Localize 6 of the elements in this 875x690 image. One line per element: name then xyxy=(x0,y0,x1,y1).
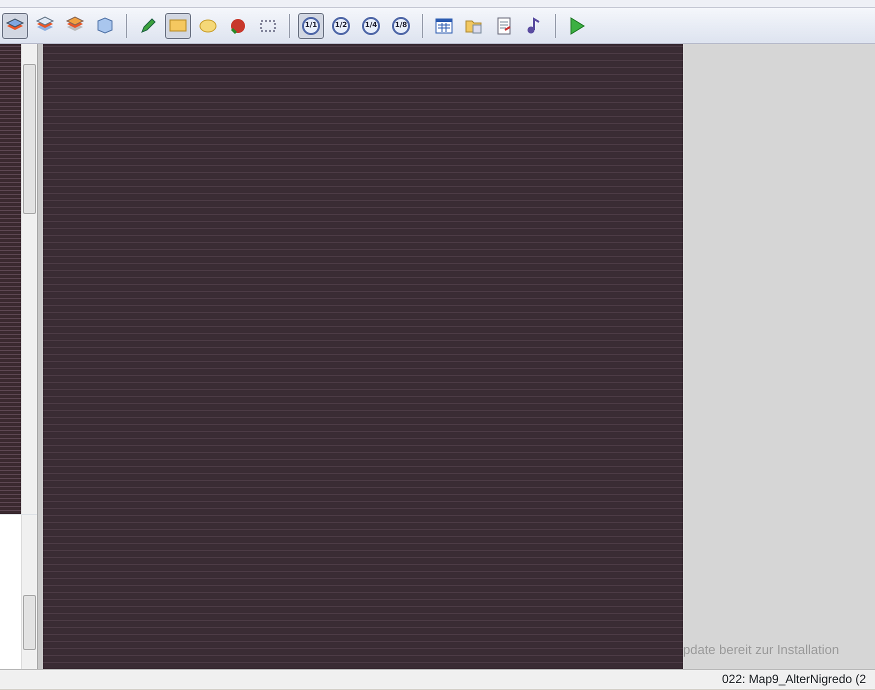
scrollbar[interactable] xyxy=(21,44,37,514)
notification-title: pdate bereit zur Installation xyxy=(683,640,840,659)
rectangle-button[interactable] xyxy=(165,12,191,38)
status-text: 022: Map9_AlterNigredo (2 xyxy=(722,671,866,688)
layers-button[interactable] xyxy=(2,12,28,38)
scrollbar[interactable] xyxy=(21,515,37,669)
